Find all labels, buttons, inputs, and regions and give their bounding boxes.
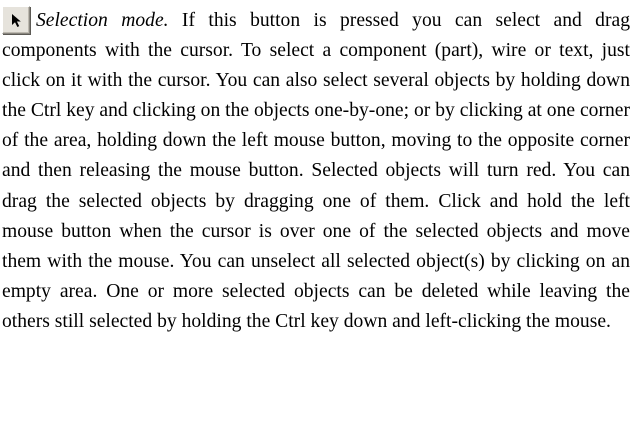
arrow-cursor-icon: [12, 14, 21, 27]
paragraph-body-text: If this button is pressed you can select…: [2, 10, 630, 332]
mode-name-label: Selection mode.: [36, 10, 169, 31]
selection-mode-button[interactable]: [2, 6, 30, 34]
document-page: Selection mode. If this button is presse…: [0, 0, 632, 439]
selection-mode-paragraph: Selection mode. If this button is presse…: [2, 6, 630, 337]
